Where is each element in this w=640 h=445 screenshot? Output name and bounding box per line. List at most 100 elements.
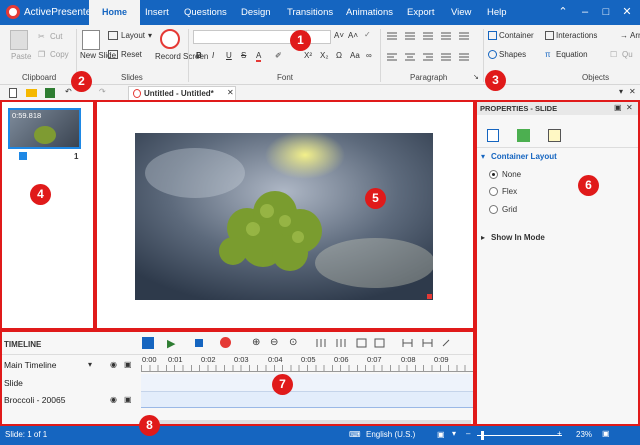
layout-icon[interactable] [108,31,118,40]
new-slide-icon[interactable] [82,30,100,50]
reset-button[interactable]: Reset [121,50,142,59]
paragraph-dialog-icon[interactable]: ↘ [473,73,479,81]
container-button[interactable]: Container [499,31,534,40]
strikethrough-icon[interactable]: S [241,51,246,60]
timeline-tool-icons[interactable] [315,337,455,349]
grow-font-icon[interactable]: A˅ [334,31,344,40]
interactions-button[interactable]: Interactions [556,31,597,40]
container-icon[interactable] [488,31,497,40]
view-mode-icon[interactable]: ▣ [437,430,445,439]
lock-icon[interactable]: ▣ [124,360,132,369]
close-window-icon[interactable]: ✕ [619,4,635,20]
document-tab[interactable]: Untitled - Untitled* ✕ [128,86,236,100]
subscript-icon[interactable]: X₂ [320,51,328,60]
paragraph-tools[interactable] [385,29,477,71]
arrow-icon[interactable]: → [620,31,628,40]
tab-view[interactable]: View [451,7,471,18]
cut-button[interactable]: Cut [50,32,62,41]
layout-button[interactable]: Layout [121,31,145,40]
tab-design[interactable]: Design [241,7,271,18]
slide-stage[interactable] [135,133,433,300]
tab-help[interactable]: Help [487,7,507,18]
undo-icon[interactable]: ↶ [65,87,72,96]
radio-none-label[interactable]: None [502,170,521,179]
timeline-view-icon[interactable] [142,337,154,349]
radio-flex-label[interactable]: Flex [502,187,517,196]
record-screen-icon[interactable] [160,29,180,49]
shapes-button[interactable]: Shapes [499,50,526,59]
main-timeline-label[interactable]: Main Timeline [4,360,56,370]
qu-button[interactable]: Qu [622,50,633,59]
collapse-ribbon-icon[interactable]: ⌃ [555,4,571,20]
timeline-row-broccoli[interactable]: Broccoli - 20065 [4,395,65,405]
clear-format-icon[interactable]: ✓ [364,30,371,39]
tab-transitions[interactable]: Transitions [287,7,333,18]
fit-window-icon[interactable]: ▣ [602,429,610,438]
symbol-icon[interactable]: Ω [336,51,342,60]
equation-icon[interactable]: π [545,50,551,59]
pin-pane-icon[interactable]: ▣ [614,103,622,112]
shapes-icon[interactable] [488,50,497,59]
underline-icon[interactable]: U [226,51,232,60]
radio-flex[interactable] [489,187,498,196]
interaction-properties-icon[interactable] [517,129,530,142]
record-icon[interactable] [220,337,231,348]
zoom-slider[interactable] [477,435,562,436]
effects-properties-icon[interactable] [548,129,561,142]
language-label[interactable]: English (U.S.) [366,430,415,439]
expand-section-icon[interactable]: ▸ [481,233,485,242]
paragraph-icons[interactable] [385,29,477,71]
italic-icon[interactable]: I [212,51,214,60]
reset-icon[interactable] [108,50,118,59]
paste-button[interactable]: Paste [11,52,31,61]
copy-icon[interactable]: ❐ [38,50,45,59]
chevron-down-icon[interactable]: ▾ [148,31,152,40]
zoom-in-plus-icon[interactable]: + [557,429,562,438]
bold-icon[interactable]: B [196,51,202,60]
cut-icon[interactable]: ✂ [38,32,45,41]
change-case-icon[interactable]: Aa [350,51,360,60]
copy-button[interactable]: Copy [50,50,69,59]
tab-questions[interactable]: Questions [184,7,227,18]
tab-export[interactable]: Export [407,7,434,18]
redo-icon[interactable]: ↷ [99,87,106,96]
paste-icon[interactable] [10,30,28,50]
font-color-icon[interactable]: A [256,51,262,62]
zoom-fit-icon[interactable]: ⊙ [289,337,297,348]
collapse-section-icon[interactable]: ▾ [481,152,485,161]
tab-insert[interactable]: Insert [145,7,169,18]
slide-properties-icon[interactable] [487,129,499,142]
timeline-ruler[interactable] [141,365,473,372]
close-all-icon[interactable]: ✕ [629,87,636,96]
visibility-eye-icon[interactable]: ◉ [110,395,117,404]
save-icon[interactable] [45,88,55,98]
interactions-icon[interactable] [545,31,554,40]
timeline-scrollbar[interactable] [141,420,471,424]
equation-button[interactable]: Equation [556,50,588,59]
new-file-icon[interactable] [9,88,17,98]
view-dropdown-icon[interactable]: ▾ [452,429,456,438]
timeline-row-slide[interactable]: Slide [4,378,23,388]
zoom-slider-thumb[interactable] [481,431,484,440]
zoom-out-minus-icon[interactable]: – [466,429,470,438]
stop-icon[interactable] [195,339,203,347]
show-in-mode-heading[interactable]: Show In Mode [491,233,545,242]
close-pane-icon[interactable]: ✕ [626,103,633,112]
new-slide-button[interactable]: New Slide [80,51,116,61]
pin-tab-icon[interactable]: ▾ [619,87,623,96]
question-icon[interactable]: ☐ [610,50,617,59]
timeline-tools[interactable] [315,337,455,349]
maximize-icon[interactable]: □ [598,4,614,20]
timeline-dropdown-icon[interactable]: ▾ [88,360,92,369]
radio-none[interactable] [489,170,498,179]
container-layout-heading[interactable]: Container Layout [491,152,557,161]
highlight-icon[interactable]: ✐ [275,51,282,60]
open-folder-icon[interactable] [26,89,37,97]
lock-icon[interactable]: ▣ [124,395,132,404]
radio-grid-label[interactable]: Grid [502,205,517,214]
slide-track[interactable] [141,374,473,392]
broccoli-track[interactable] [141,392,473,408]
zoom-in-icon[interactable]: ⊕ [252,337,260,348]
record-screen-button[interactable]: Record Screen [155,52,208,62]
radio-grid[interactable] [489,205,498,214]
